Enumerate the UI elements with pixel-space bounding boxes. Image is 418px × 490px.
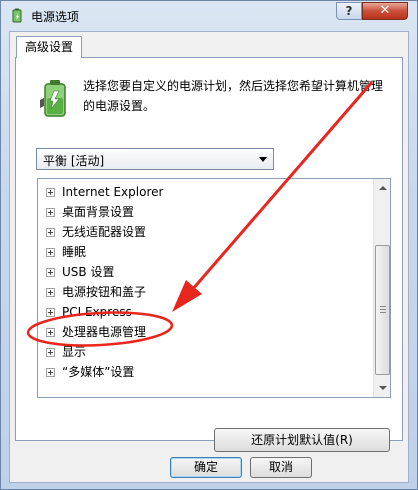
scroll-thumb[interactable] bbox=[375, 245, 390, 375]
cancel-button[interactable]: 取消 bbox=[250, 457, 312, 478]
tree-item-label: 电源按钮和盖子 bbox=[62, 285, 147, 299]
tree-item[interactable]: “多媒体”设置 bbox=[46, 362, 134, 382]
chevron-down-icon[interactable] bbox=[259, 157, 267, 162]
tree-item[interactable]: 睡眠 bbox=[46, 242, 86, 262]
tree-item-label: 处理器电源管理 bbox=[62, 325, 147, 339]
tree-item[interactable]: 桌面背景设置 bbox=[46, 202, 134, 222]
tree-item-label: “多媒体”设置 bbox=[62, 365, 135, 379]
restore-defaults-button[interactable]: 还原计划默认值(R) bbox=[214, 428, 390, 452]
expand-plus-icon[interactable] bbox=[46, 208, 55, 217]
dialog-client-area: 高级设置 选择您要自定义的电源计划，然后选择您希望计算机管理的电源设置。 平衡 … bbox=[9, 31, 409, 483]
power-plan-dropdown[interactable]: 平衡 [活动] bbox=[36, 148, 274, 170]
tree-item-label: 桌面背景设置 bbox=[62, 205, 135, 219]
tree-item[interactable]: USB 设置 bbox=[46, 262, 114, 282]
scroll-down-icon[interactable] bbox=[375, 380, 390, 396]
expand-plus-icon[interactable] bbox=[46, 188, 55, 197]
expand-plus-icon[interactable] bbox=[46, 268, 55, 277]
tree-item-label: 睡眠 bbox=[62, 245, 87, 259]
expand-plus-icon[interactable] bbox=[46, 248, 55, 257]
power-options-icon bbox=[12, 8, 22, 23]
tree-item[interactable]: 显示 bbox=[46, 342, 86, 362]
expand-plus-icon[interactable] bbox=[46, 308, 55, 317]
tree-item[interactable]: PCI Express bbox=[46, 302, 132, 322]
tab-advanced-settings[interactable]: 高级设置 bbox=[16, 36, 82, 58]
power-options-window: 电源选项 ? ✕ 高级设置 选择您要自定义的电源计划，然后选择您希望计算机管理的… bbox=[0, 0, 418, 490]
settings-description: 选择您要自定义的电源计划，然后选择您希望计算机管理的电源设置。 bbox=[83, 79, 384, 113]
tree-item-label: USB 设置 bbox=[62, 265, 115, 279]
expand-plus-icon[interactable] bbox=[46, 228, 55, 237]
expand-plus-icon[interactable] bbox=[46, 368, 55, 377]
power-plan-selected: 平衡 [活动] bbox=[43, 154, 105, 168]
expand-plus-icon[interactable] bbox=[46, 348, 55, 357]
close-button[interactable]: ✕ bbox=[362, 2, 408, 20]
power-settings-tree[interactable]: Internet Explorer 桌面背景设置 无线适配器设置 睡眠 USB … bbox=[37, 178, 391, 398]
tree-item-processor-power[interactable]: 处理器电源管理 bbox=[46, 322, 146, 342]
expand-plus-icon[interactable] bbox=[46, 288, 55, 297]
expand-plus-icon[interactable] bbox=[46, 328, 55, 337]
tree-item[interactable]: 电源按钮和盖子 bbox=[46, 282, 146, 302]
help-button[interactable]: ? bbox=[336, 2, 362, 20]
tree-item[interactable]: Internet Explorer bbox=[46, 182, 163, 202]
tree-item[interactable]: 无线适配器设置 bbox=[46, 222, 146, 242]
tree-item-label: 显示 bbox=[62, 345, 87, 359]
ok-button[interactable]: 确定 bbox=[170, 457, 242, 478]
tree-item-label: 无线适配器设置 bbox=[62, 225, 147, 239]
tree-item-label: Internet Explorer bbox=[62, 185, 164, 199]
window-title: 电源选项 bbox=[31, 10, 80, 24]
title-bar[interactable]: 电源选项 ? ✕ bbox=[1, 1, 417, 31]
advanced-settings-page: 选择您要自定义的电源计划，然后选择您希望计算机管理的电源设置。 平衡 [活动] … bbox=[15, 57, 403, 452]
battery-power-icon bbox=[40, 80, 66, 117]
scroll-up-icon[interactable] bbox=[375, 180, 390, 196]
tree-item-label: PCI Express bbox=[62, 305, 132, 319]
tree-scrollbar[interactable] bbox=[373, 179, 390, 397]
